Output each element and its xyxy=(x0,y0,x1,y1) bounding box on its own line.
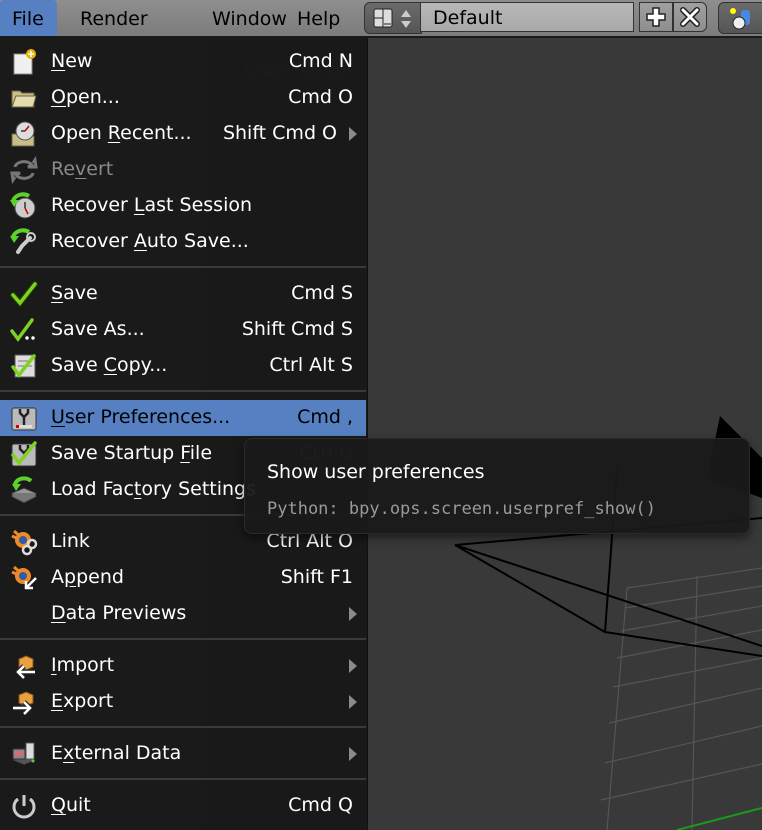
remove-layout-button[interactable] xyxy=(673,2,707,32)
menu-item-shortcut: Cmd Q xyxy=(288,794,353,816)
menu-item-label: Save xyxy=(51,282,98,304)
tooltip-python-path: Python: bpy.ops.screen.userpref_show() xyxy=(267,499,656,519)
menu-item-save-copy[interactable]: Save Copy... Ctrl Alt S xyxy=(0,348,366,384)
menu-item-external-data[interactable]: External Data xyxy=(0,736,366,772)
menu-item-data-previews[interactable]: Data Previews xyxy=(0,596,366,632)
menu-separator xyxy=(0,778,366,780)
save-startup-icon xyxy=(9,439,39,469)
folder-open-icon xyxy=(9,83,39,113)
recover-last-icon xyxy=(9,191,39,221)
menu-separator xyxy=(0,638,366,640)
menu-item-label: Revert xyxy=(51,158,114,180)
menu-item-revert[interactable]: Revert xyxy=(0,152,366,188)
3d-viewport[interactable] xyxy=(367,38,762,830)
menu-item-quit[interactable]: Quit Cmd Q xyxy=(0,788,366,824)
menu-item-shortcut: Shift Cmd O xyxy=(222,122,337,144)
new-file-icon xyxy=(9,47,39,77)
tooltip: Show user preferences Python: bpy.ops.sc… xyxy=(244,438,750,534)
scene-icon xyxy=(730,8,750,30)
screen-layout-icon xyxy=(373,8,393,32)
import-icon xyxy=(9,651,39,681)
file-menu: New Cmd N Open... Cmd O Open Recent... S… xyxy=(0,38,368,830)
revert-icon xyxy=(9,155,39,185)
menu-item-label: Recover Auto Save... xyxy=(51,230,249,252)
preferences-icon xyxy=(9,403,39,433)
screen-layout-name-field[interactable]: Default xyxy=(420,2,634,32)
menu-item-label: Import xyxy=(51,654,115,676)
power-icon xyxy=(9,791,39,821)
menu-item-label: Open Recent... xyxy=(51,122,192,144)
x-icon xyxy=(680,7,700,27)
menu-item-label: Load Factory Settings xyxy=(51,478,257,500)
menu-item-save-as[interactable]: Save As... Shift Cmd S xyxy=(0,312,366,348)
x-axis-line xyxy=(676,807,762,830)
menu-item-recover-auto-save[interactable]: Recover Auto Save... xyxy=(0,224,366,260)
up-down-arrows-icon xyxy=(399,8,413,34)
append-icon xyxy=(9,563,39,593)
menu-item-shortcut: Cmd N xyxy=(288,50,353,72)
menu-item-label: Save As... xyxy=(51,318,145,340)
menu-item-shortcut: Cmd , xyxy=(297,406,353,428)
menu-help[interactable]: Help xyxy=(285,0,352,36)
menu-item-shortcut: Shift F1 xyxy=(280,566,353,588)
open-recent-icon xyxy=(9,119,39,149)
add-layout-button[interactable] xyxy=(639,2,673,32)
menu-item-append[interactable]: Append Shift F1 xyxy=(0,560,366,596)
menu-item-open[interactable]: Open... Cmd O xyxy=(0,80,366,116)
menu-item-recover-last-session[interactable]: Recover Last Session xyxy=(0,188,366,224)
submenu-arrow-icon xyxy=(349,659,357,673)
viewport-scene xyxy=(454,416,762,830)
menu-item-import[interactable]: Import xyxy=(0,648,366,684)
scene-selector[interactable] xyxy=(718,2,762,34)
menu-item-label: User Preferences... xyxy=(51,406,231,428)
floor-grid xyxy=(600,567,762,830)
menu-render[interactable]: Render xyxy=(68,0,160,36)
tooltip-title: Show user preferences xyxy=(267,461,485,483)
menu-item-label: Export xyxy=(51,690,114,712)
top-header-bar: File Render Window Help Default xyxy=(0,0,762,38)
menu-item-label: Open... xyxy=(51,86,120,108)
menu-item-shortcut: Cmd S xyxy=(291,282,353,304)
submenu-arrow-icon xyxy=(349,127,357,141)
menu-item-label: New xyxy=(51,50,93,72)
submenu-arrow-icon xyxy=(349,747,357,761)
menu-item-label: Save Copy... xyxy=(51,354,168,376)
menu-item-label: Link xyxy=(51,530,90,552)
menu-item-shortcut: Ctrl Alt S xyxy=(269,354,353,376)
menu-item-user-preferences[interactable]: User Preferences... Cmd , xyxy=(0,400,366,436)
submenu-arrow-icon xyxy=(349,607,357,621)
screen-layout-selector[interactable] xyxy=(364,2,422,34)
menu-item-label: External Data xyxy=(51,742,182,764)
menu-separator xyxy=(0,726,366,728)
submenu-arrow-icon xyxy=(349,695,357,709)
menu-item-save[interactable]: Save Cmd S xyxy=(0,276,366,312)
save-as-icon xyxy=(9,315,39,345)
menu-separator xyxy=(0,266,366,268)
menu-file[interactable]: File xyxy=(0,0,57,36)
menu-item-label: Quit xyxy=(51,794,91,816)
menu-item-label: Save Startup File xyxy=(51,442,213,464)
save-copy-icon xyxy=(9,351,39,381)
menu-item-export[interactable]: Export xyxy=(0,684,366,720)
plus-icon xyxy=(646,7,666,27)
menu-separator xyxy=(0,390,366,392)
external-data-icon xyxy=(9,739,39,769)
link-icon xyxy=(9,527,39,557)
recover-auto-icon xyxy=(9,227,39,257)
export-icon xyxy=(9,687,39,717)
menu-item-new[interactable]: New Cmd N xyxy=(0,44,366,80)
load-factory-icon xyxy=(9,475,39,505)
menu-item-label: Data Previews xyxy=(51,602,187,624)
save-check-icon xyxy=(9,279,39,309)
menu-item-open-recent[interactable]: Open Recent... Shift Cmd O xyxy=(0,116,366,152)
menu-item-label: Append xyxy=(51,566,124,588)
menu-item-shortcut: Shift Cmd S xyxy=(241,318,353,340)
menu-item-label: Recover Last Session xyxy=(51,194,253,216)
menu-item-shortcut: Cmd O xyxy=(288,86,353,108)
